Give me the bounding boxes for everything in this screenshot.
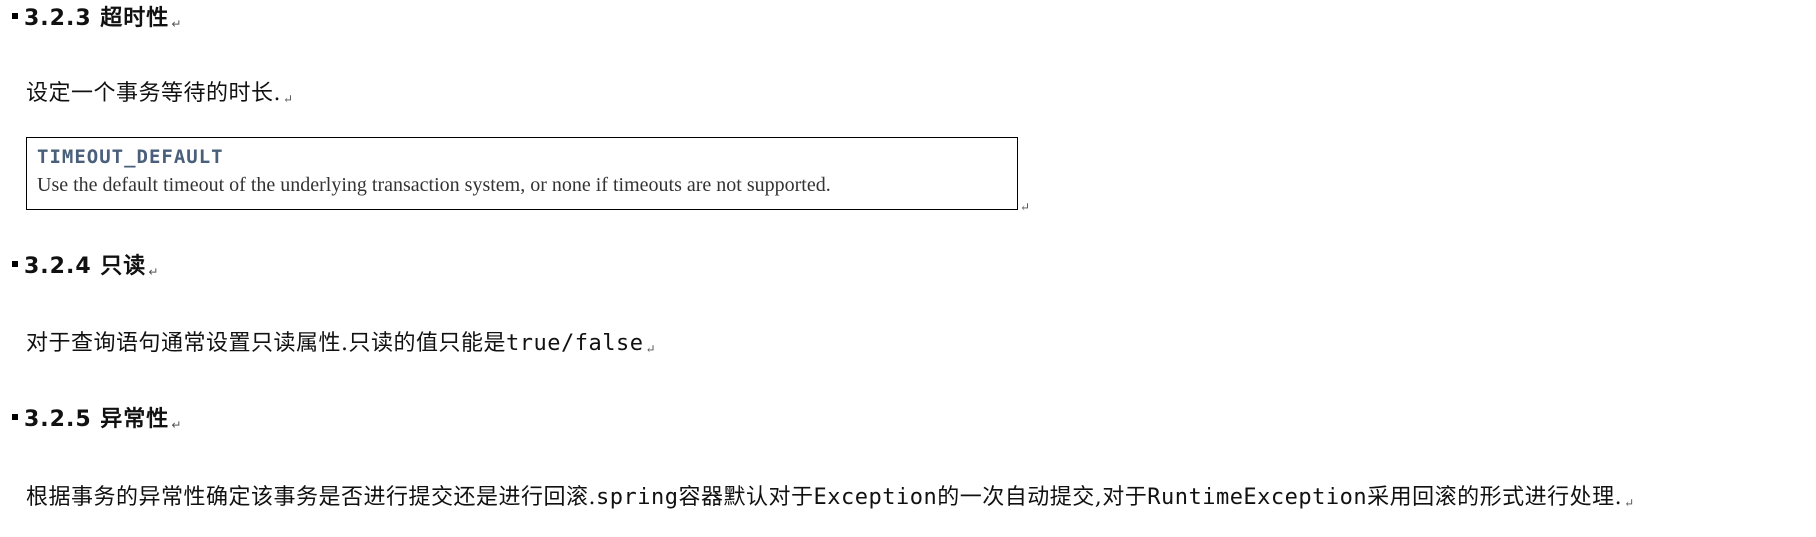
paragraph-text: 对于查询语句通常设置只读属性.只读的值只能是: [26, 331, 506, 356]
paragraph-timeout: 设定一个事务等待的时长. ↵: [26, 81, 294, 106]
paragraph-mark-icon: ↵: [645, 342, 657, 356]
paragraph-mark-icon: ↵: [171, 418, 183, 432]
paragraph-mark-icon: ↵: [283, 92, 294, 106]
constant-description: Use the default timeout of the underlyin…: [37, 174, 831, 196]
paragraph-exception: 根据事务的异常性确定该事务是否进行提交还是进行回滚.spring容器默认对于Ex…: [26, 485, 1635, 510]
paragraph-text: 根据事务的异常性确定该事务是否进行提交还是进行回滚.: [26, 485, 596, 510]
section-heading-3-2-3: 3.2.3 超时性 ↵: [12, 8, 182, 30]
bullet-marker: [12, 13, 18, 19]
bullet-marker: [12, 261, 18, 267]
code-inline: RuntimeException: [1147, 485, 1368, 510]
constant-name: TIMEOUT_DEFAULT: [37, 146, 224, 168]
paragraph-text: 采用回滚的形式进行处理.: [1367, 485, 1623, 510]
heading-text: 3.2.5 异常性: [24, 407, 170, 432]
paragraph-mark-icon: ↵: [171, 17, 183, 31]
bullet-marker: [12, 414, 18, 420]
section-heading-3-2-4: 3.2.4 只读 ↵: [12, 256, 159, 278]
paragraph-text: 的一次自动提交,对于: [937, 485, 1148, 510]
paragraph-mark-icon: ↵: [1624, 496, 1635, 510]
paragraph-text: 设定一个事务等待的时长.: [26, 81, 281, 106]
paragraph-mark-icon: ↵: [148, 265, 160, 279]
code-inline: Exception: [813, 485, 938, 510]
paragraph-text: 容器默认对于: [678, 485, 814, 510]
timeout-constant-box: TIMEOUT_DEFAULT Use the default timeout …: [26, 137, 1018, 210]
paragraph-mark-icon: ↵: [1020, 200, 1031, 214]
heading-text: 3.2.3 超时性: [24, 6, 170, 31]
code-inline: spring: [596, 485, 679, 510]
code-inline: true/false: [506, 331, 644, 356]
heading-text: 3.2.4 只读: [24, 254, 147, 279]
section-heading-3-2-5: 3.2.5 异常性 ↵: [12, 409, 182, 431]
paragraph-readonly: 对于查询语句通常设置只读属性.只读的值只能是true/false ↵: [26, 331, 657, 356]
